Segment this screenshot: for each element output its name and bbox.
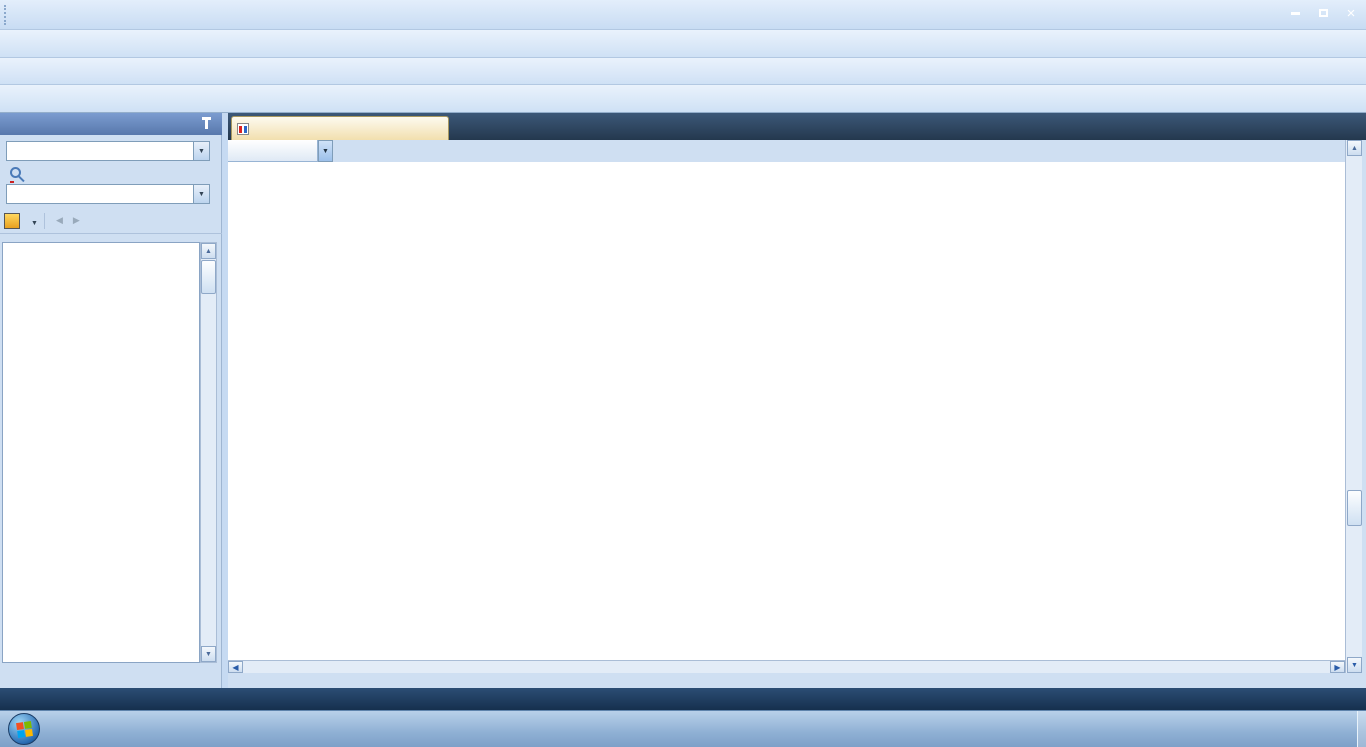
minimize-button[interactable] (1286, 6, 1304, 20)
start-button[interactable] (8, 713, 40, 745)
mode-dropdown-icon[interactable]: ▼ (318, 140, 333, 162)
ladder-grid[interactable] (228, 162, 1345, 660)
window-controls: × (1286, 6, 1360, 20)
chevron-down-icon[interactable]: ▼ (193, 185, 209, 203)
editor-vertical-scrollbar[interactable]: ▲ ▼ (1345, 140, 1362, 673)
panel-toolbar: ▼ ◀ ▶ (0, 208, 222, 234)
ladder-editor: ▼ ▲ ▼ ◀ ▶ (228, 113, 1366, 688)
ladder-file-icon (237, 123, 249, 135)
scroll-down-icon[interactable]: ▼ (1347, 657, 1362, 673)
settings-button[interactable]: ▼ (28, 214, 38, 228)
device-table (2, 242, 200, 663)
tab-progpou[interactable] (231, 116, 449, 140)
filter-icon[interactable] (4, 213, 20, 229)
close-button[interactable]: × (1342, 6, 1360, 20)
scroll-right-icon[interactable]: ▶ (1330, 661, 1345, 673)
scope-select[interactable]: ▼ (6, 184, 210, 204)
toolbar-grip (4, 5, 7, 25)
scroll-up-icon[interactable]: ▲ (1347, 140, 1362, 156)
show-desktop-button[interactable] (1357, 711, 1366, 747)
pin-icon[interactable] (205, 120, 208, 129)
scrollbar-thumb[interactable] (1347, 490, 1362, 526)
scroll-left-icon[interactable]: ◀ (228, 661, 243, 673)
panel-title-bar (0, 113, 222, 135)
windows-logo-icon (16, 721, 33, 738)
search-icon[interactable] (10, 167, 21, 178)
scrollbar-thumb[interactable] (201, 260, 216, 294)
toolbar-standard (0, 30, 1366, 58)
toolbar-ladder-symbols (0, 85, 1366, 113)
scroll-down-icon[interactable]: ▼ (201, 646, 216, 662)
device-usage-panel: ▼ ▼ ▼ ◀ ▶ ▲ ▼ (0, 113, 222, 688)
scroll-up-icon[interactable]: ▲ (201, 243, 216, 259)
device-table-scrollbar[interactable]: ▲ ▼ (200, 242, 217, 663)
monitor-mode-label (228, 140, 318, 162)
grid-header: ▼ (228, 140, 1366, 162)
prev-button[interactable]: ◀ (56, 215, 63, 226)
status-bar (0, 688, 1366, 710)
chevron-down-icon[interactable]: ▼ (193, 142, 209, 160)
document-tab-bar (228, 113, 1366, 140)
next-button[interactable]: ▶ (73, 215, 80, 226)
editor-horizontal-scrollbar[interactable]: ◀ ▶ (228, 660, 1345, 673)
menu-bar: × (0, 0, 1366, 30)
toolbar-view (0, 58, 1366, 85)
restore-button[interactable] (1314, 6, 1332, 20)
taskbar (0, 710, 1366, 747)
device-search-input[interactable]: ▼ (6, 141, 210, 161)
docked-window-tabs (0, 668, 222, 688)
